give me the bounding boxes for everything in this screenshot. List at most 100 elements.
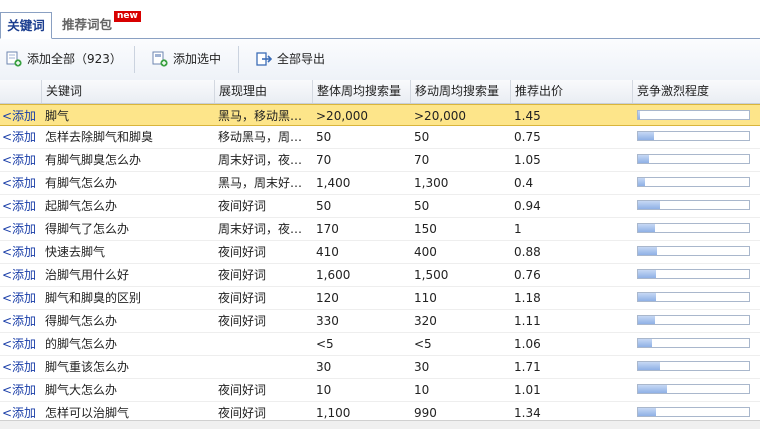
add-keyword-link[interactable]: <添加 — [0, 126, 41, 148]
competition-bar — [637, 177, 750, 187]
mobile-search-cell: 50 — [414, 130, 430, 144]
price-cell: 0.88 — [514, 245, 541, 259]
add-keyword-link[interactable]: <添加 — [0, 172, 41, 194]
add-keyword-link[interactable]: <添加 — [0, 264, 41, 286]
keyword-cell: 脚气重该怎么办 — [45, 360, 130, 374]
total-search-cell: 50 — [316, 199, 332, 213]
total-search-cell: 30 — [316, 360, 332, 374]
competition-bar-fill — [638, 362, 660, 370]
competition-bar-fill — [638, 201, 660, 209]
add-keyword-link[interactable]: <添加 — [0, 379, 41, 401]
competition-cell — [632, 172, 760, 194]
add-keyword-link[interactable]: <添加 — [0, 310, 41, 332]
tab-recommended-packages[interactable]: 推荐词包 — [62, 12, 112, 38]
price-cell: 0.94 — [514, 199, 541, 213]
total-search-cell: 10 — [316, 383, 332, 397]
competition-bar — [637, 154, 750, 164]
mobile-search-cell: 320 — [414, 314, 437, 328]
price-cell: 0.75 — [514, 130, 541, 144]
competition-cell — [632, 333, 760, 355]
keyword-cell: 有脚气怎么办 — [45, 176, 118, 190]
reason-cell: 周末好词，夜… — [218, 153, 303, 167]
table-row[interactable]: <添加 的脚气怎么办 <5 <5 1.06 — [0, 333, 760, 356]
competition-bar — [637, 292, 750, 302]
tab-keywords[interactable]: 关键词 — [0, 12, 52, 39]
mobile-search-cell: >20,000 — [414, 109, 467, 123]
competition-bar-fill — [638, 155, 649, 163]
price-cell: 1 — [514, 222, 522, 236]
total-search-cell: >20,000 — [316, 109, 369, 123]
competition-bar — [637, 315, 750, 325]
table-row[interactable]: <添加 脚气和脚臭的区别 夜间好词 120 110 1.18 — [0, 287, 760, 310]
toolbar-divider — [134, 46, 135, 73]
table-row[interactable]: <添加 得脚气怎么办 夜间好词 330 320 1.11 — [0, 310, 760, 333]
add-keyword-link[interactable]: <添加 — [0, 356, 41, 378]
table-row[interactable]: <添加 有脚气怎么办 黑马，周末好… 1,400 1,300 0.4 — [0, 172, 760, 195]
table-row[interactable]: <添加 怎样去除脚气和脚臭 移动黑马，周… 50 50 0.75 — [0, 126, 760, 149]
add-all-button[interactable]: 添加全部（923） — [6, 48, 122, 70]
price-cell: 1.05 — [514, 153, 541, 167]
add-selected-button[interactable]: 添加选中 — [152, 48, 221, 70]
add-selected-icon — [152, 51, 168, 67]
competition-bar — [637, 223, 750, 233]
mobile-search-cell: 50 — [414, 199, 430, 213]
column-header-price[interactable]: 推荐出价 — [510, 80, 632, 103]
total-search-cell: 1,600 — [316, 268, 351, 282]
new-badge: new — [114, 11, 141, 22]
column-header-mobile-search[interactable]: 移动周均搜索量 — [410, 80, 510, 103]
column-header-reason[interactable]: 展现理由 — [214, 80, 312, 103]
column-header-total-search[interactable]: 整体周均搜索量 — [312, 80, 410, 103]
competition-cell — [632, 105, 760, 127]
table-row[interactable]: <添加 有脚气脚臭怎么办 周末好词，夜… 70 70 1.05 — [0, 149, 760, 172]
reason-cell: 夜间好词 — [218, 291, 267, 305]
competition-bar — [637, 384, 750, 394]
reason-cell — [214, 356, 312, 378]
add-selected-label: 添加选中 — [173, 52, 222, 66]
keyword-cell: 得脚气怎么办 — [45, 314, 118, 328]
mobile-search-cell: 110 — [414, 291, 437, 305]
table-row[interactable]: <添加 起脚气怎么办 夜间好词 50 50 0.94 — [0, 195, 760, 218]
competition-bar-fill — [638, 270, 656, 278]
mobile-search-cell: 400 — [414, 245, 437, 259]
tab-bar: 关键词 推荐词包 new — [0, 8, 760, 39]
add-keyword-link[interactable]: <添加 — [0, 195, 41, 217]
competition-cell — [632, 241, 760, 263]
competition-cell — [632, 218, 760, 240]
export-all-button[interactable]: 全部导出 — [256, 48, 325, 70]
competition-cell — [632, 195, 760, 217]
mobile-search-cell: 30 — [414, 360, 430, 374]
table-row[interactable]: <添加 得脚气了怎么办 周末好词，夜… 170 150 1 — [0, 218, 760, 241]
competition-cell — [632, 126, 760, 148]
competition-cell — [632, 379, 760, 401]
competition-bar-fill — [638, 247, 657, 255]
reason-cell: 夜间好词 — [218, 268, 267, 282]
keyword-cell: 的脚气怎么办 — [45, 337, 118, 351]
add-keyword-link[interactable]: <添加 — [0, 105, 41, 127]
competition-bar — [637, 407, 750, 417]
keyword-cell: 有脚气脚臭怎么办 — [45, 153, 142, 167]
competition-bar-fill — [638, 316, 655, 324]
toolbar: 添加全部（923） 添加选中 全部导出 — [0, 39, 760, 81]
add-all-icon — [6, 51, 22, 67]
export-all-label: 全部导出 — [277, 52, 326, 66]
table-row[interactable]: <添加 脚气重该怎么办 30 30 1.71 — [0, 356, 760, 379]
competition-bar-fill — [638, 132, 654, 140]
keyword-cell: 治脚气用什么好 — [45, 268, 130, 282]
table-body: <添加 脚气 黑马，移动黑… >20,000 >20,000 1.45 <添加 怎样去除脚气和… — [0, 104, 760, 425]
add-keyword-link[interactable]: <添加 — [0, 333, 41, 355]
table-row[interactable]: <添加 脚气大怎么办 夜间好词 10 10 1.01 — [0, 379, 760, 402]
add-keyword-link[interactable]: <添加 — [0, 149, 41, 171]
competition-bar-fill — [638, 385, 667, 393]
competition-bar — [637, 110, 750, 120]
table-row[interactable]: <添加 治脚气用什么好 夜间好词 1,600 1,500 0.76 — [0, 264, 760, 287]
column-header-competition[interactable]: 竞争激烈程度 — [632, 80, 760, 103]
top-strip — [0, 0, 760, 6]
add-keyword-link[interactable]: <添加 — [0, 218, 41, 240]
add-all-label: 添加全部（923） — [27, 52, 122, 66]
reason-cell: 周末好词，夜… — [218, 222, 303, 236]
table-row[interactable]: <添加 脚气 黑马，移动黑… >20,000 >20,000 1.45 — [0, 104, 760, 126]
column-header-keyword[interactable]: 关键词 — [41, 80, 214, 103]
add-keyword-link[interactable]: <添加 — [0, 287, 41, 309]
table-row[interactable]: <添加 快速去脚气 夜间好词 410 400 0.88 — [0, 241, 760, 264]
add-keyword-link[interactable]: <添加 — [0, 241, 41, 263]
